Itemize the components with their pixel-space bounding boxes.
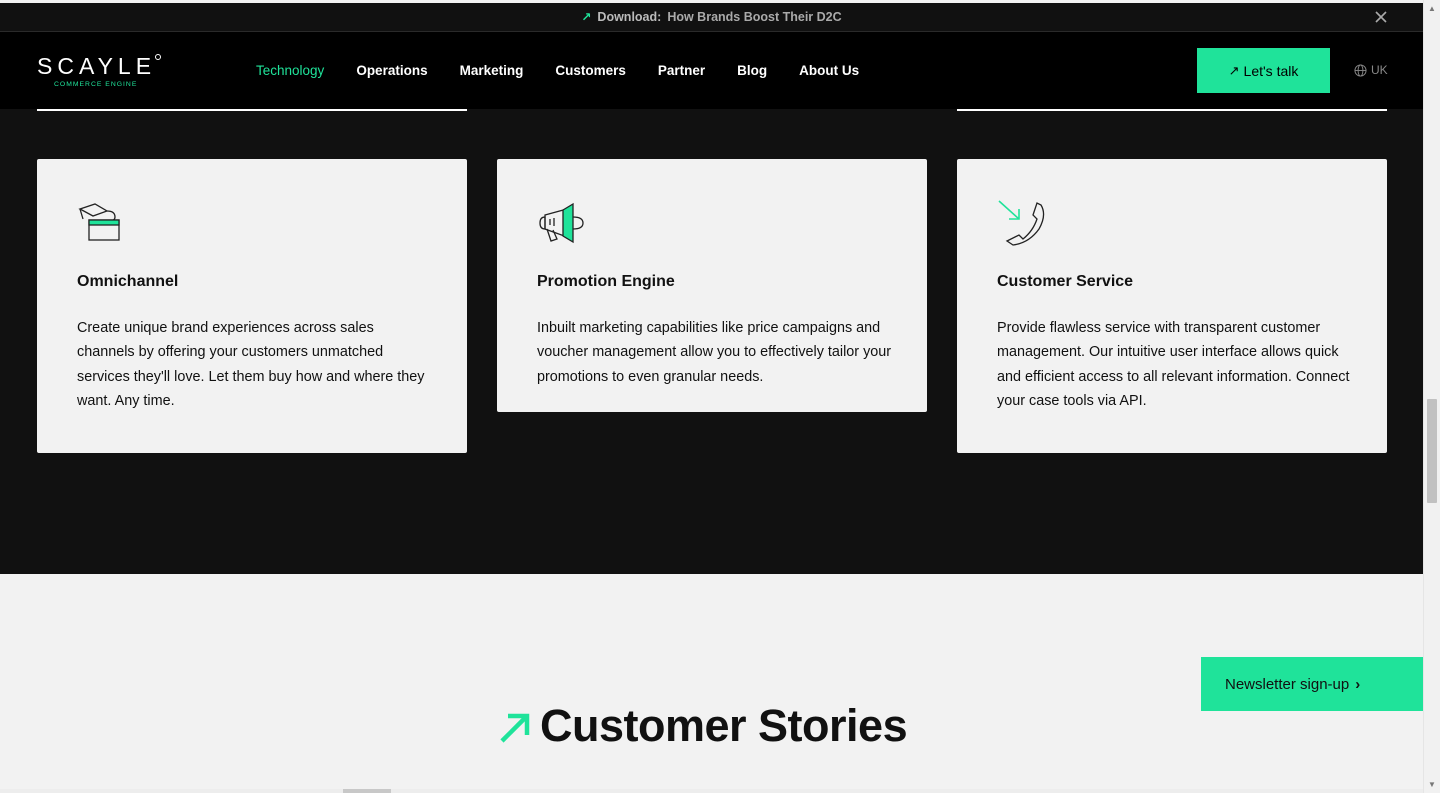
chevron-right-icon: › bbox=[1355, 675, 1361, 693]
card-edge-left bbox=[37, 109, 467, 111]
nav-item-technology[interactable]: Technology bbox=[256, 63, 324, 78]
language-label: UK bbox=[1371, 63, 1388, 77]
card-text: Inbuilt marketing capabilities like pric… bbox=[537, 320, 892, 385]
lets-talk-label: Let's talk bbox=[1243, 62, 1299, 79]
announcement-text: How Brands Boost Their D2C bbox=[667, 10, 842, 24]
megaphone-icon bbox=[539, 202, 584, 244]
close-icon[interactable] bbox=[1373, 9, 1389, 25]
main-navigation: SCAYLE COMMERCE ENGINE Technology Operat… bbox=[0, 32, 1423, 109]
card-title: Omnichannel bbox=[77, 273, 179, 290]
card-text: Provide flawless service with transparen… bbox=[997, 320, 1350, 410]
globe-icon bbox=[1354, 63, 1367, 77]
nav-item-customers[interactable]: Customers bbox=[555, 63, 626, 78]
newsletter-label: Newsletter sign-up bbox=[1225, 675, 1350, 693]
scroll-up-icon[interactable]: ▲ bbox=[1428, 4, 1436, 13]
feature-card-promotion-engine: Promotion Engine Inbuilt marketing capab… bbox=[497, 159, 927, 412]
nav-menu: Technology Operations Marketing Customer… bbox=[256, 63, 891, 78]
page-viewport: ↗ Download: How Brands Boost Their D2C S… bbox=[0, 0, 1423, 793]
customer-stories-heading: Customer Stories bbox=[498, 700, 908, 752]
announcement-lead: Download: bbox=[597, 10, 662, 24]
horizontal-scrollbar[interactable] bbox=[0, 789, 1423, 793]
nav-item-operations[interactable]: Operations bbox=[356, 63, 427, 78]
card-title: Customer Service bbox=[997, 273, 1134, 290]
feature-card-customer-service: Customer Service Provide flawless servic… bbox=[957, 159, 1387, 453]
phone-call-icon bbox=[998, 200, 1045, 246]
logo-subtitle: COMMERCE ENGINE bbox=[54, 81, 138, 88]
lets-talk-button[interactable]: ↗ Let's talk bbox=[1197, 48, 1330, 93]
nav-item-blog[interactable]: Blog bbox=[737, 63, 767, 78]
newsletter-signup-button[interactable]: Newsletter sign-up › bbox=[1201, 657, 1423, 711]
card-text: Create unique brand experiences across s… bbox=[77, 320, 425, 410]
scroll-down-icon[interactable]: ▼ bbox=[1428, 780, 1436, 789]
logo-wordmark: SCAYLE bbox=[37, 53, 157, 79]
language-selector[interactable]: UK bbox=[1354, 63, 1388, 77]
arrow-up-right-icon: ↗ bbox=[1228, 62, 1240, 78]
arrow-up-right-icon: ↗ bbox=[581, 10, 592, 24]
nav-item-about-us[interactable]: About Us bbox=[799, 63, 859, 78]
logo-degree-mark bbox=[155, 54, 161, 60]
card-title: Promotion Engine bbox=[537, 273, 675, 290]
section-title: Customer Stories bbox=[540, 700, 908, 751]
nav-item-marketing[interactable]: Marketing bbox=[460, 63, 524, 78]
announcement-bar[interactable]: ↗ Download: How Brands Boost Their D2C bbox=[0, 3, 1423, 32]
arrow-up-right-icon bbox=[500, 713, 530, 743]
nav-item-partner[interactable]: Partner bbox=[658, 63, 705, 78]
omnichannel-icon bbox=[78, 203, 120, 241]
feature-card-omnichannel: Omnichannel Create unique brand experien… bbox=[37, 159, 467, 453]
vertical-scrollbar[interactable]: ▲ ▼ bbox=[1423, 0, 1440, 793]
horizontal-scroll-thumb[interactable] bbox=[343, 789, 391, 793]
scayle-logo[interactable]: SCAYLE COMMERCE ENGINE bbox=[37, 54, 167, 90]
scroll-thumb[interactable] bbox=[1427, 399, 1437, 503]
card-edge-right bbox=[957, 109, 1387, 111]
